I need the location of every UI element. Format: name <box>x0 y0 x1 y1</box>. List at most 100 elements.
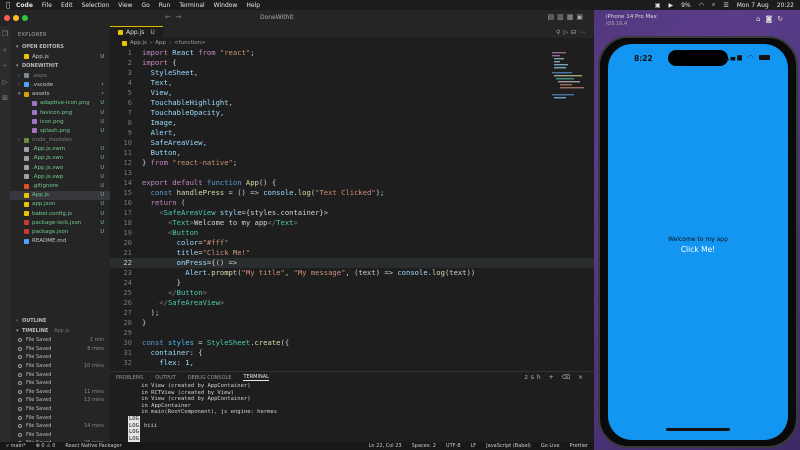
code-line[interactable]: 24 } <box>110 278 594 288</box>
explorer-icon[interactable]: ❐ <box>0 30 10 42</box>
search-icon[interactable]: ⌕ <box>712 1 715 9</box>
wifi-icon[interactable]: ◠ <box>699 2 704 9</box>
minimap[interactable] <box>552 50 584 110</box>
file-tree-item[interactable]: package-lock.json U <box>10 218 110 227</box>
zoom-window-button[interactable] <box>22 15 28 21</box>
timeline-item[interactable]: File Saved <box>10 405 110 414</box>
screen-record-icon[interactable]: ▣ <box>655 2 661 9</box>
timeline-item[interactable]: File Saved 14 mins <box>10 422 110 431</box>
file-tree-item[interactable]: .App.js.swm U <box>10 145 110 154</box>
breadcrumb-file[interactable]: App.js <box>130 40 147 46</box>
file-tree-item[interactable]: icon.png U <box>10 117 110 126</box>
app-screen[interactable]: 8:22 ▂▄▆ ◠ Welcome to my app Click Me! <box>608 44 788 440</box>
code-line[interactable]: 25 </Button> <box>110 288 594 298</box>
code-line[interactable]: 26 </SafeAreaView> <box>110 298 594 308</box>
timeline-item[interactable]: File Saved <box>10 413 110 422</box>
menu-terminal[interactable]: Terminal <box>179 2 204 9</box>
code-line[interactable]: 21 title="Click Me!" <box>110 248 594 258</box>
terminal-output[interactable]: in View (created by AppContainer) in RCT… <box>110 383 594 443</box>
code-line[interactable]: 23 Alert.prompt("My title", "My message"… <box>110 268 594 278</box>
breadcrumb-function[interactable]: <function> <box>174 40 206 46</box>
file-tree-item[interactable]: App.js U <box>10 190 110 200</box>
editor-actions-icons[interactable]: ⚲▷⊟⋯ <box>556 29 594 36</box>
code-line[interactable]: 5 View, <box>110 88 594 98</box>
timeline-item[interactable]: File Saved 8 mins <box>10 345 110 354</box>
timeline-section[interactable]: ▾ TIMELINE App.js <box>10 326 110 336</box>
code-line[interactable]: 10 SafeAreaView, <box>110 138 594 148</box>
terminal-shell[interactable]: zsh <box>525 374 544 381</box>
tab-debug-console[interactable]: DEBUG CONSOLE <box>188 375 232 381</box>
close-icon[interactable]: × <box>578 374 586 381</box>
timeline-item[interactable]: File Saved <box>10 370 110 379</box>
menu-selection[interactable]: Selection <box>82 2 110 9</box>
layout-toggle-icons[interactable]: ▤▥▦▣ <box>548 13 586 21</box>
menu-go[interactable]: Go <box>141 2 149 9</box>
menu-edit[interactable]: Edit <box>61 2 73 9</box>
file-tree-item[interactable]: › node_modules <box>10 136 110 145</box>
file-tree-item[interactable]: .App.js.swo U <box>10 163 110 172</box>
menu-window[interactable]: Window <box>214 2 238 9</box>
control-center-icon[interactable]: ☰ <box>723 2 728 9</box>
file-tree-item[interactable]: app.json U <box>10 200 110 209</box>
menu-file[interactable]: File <box>42 2 52 9</box>
breadcrumb-symbol[interactable]: App <box>155 40 166 46</box>
cursor-position[interactable]: Ln 22, Col 23 <box>369 443 402 449</box>
screenshot-icon[interactable]: ◙ <box>765 15 777 23</box>
apple-icon[interactable]:  <box>6 1 16 9</box>
code-line[interactable]: 15 const handlePress = () => console.log… <box>110 188 594 198</box>
menu-app-name[interactable]: Code <box>16 2 33 9</box>
packager-status[interactable]: React Native Packager <box>65 443 121 449</box>
close-window-button[interactable] <box>4 15 10 21</box>
trash-icon[interactable]: ⌫ <box>562 374 573 381</box>
code-line[interactable]: 28} <box>110 318 594 328</box>
menu-run[interactable]: Run <box>159 2 171 9</box>
add-terminal-icon[interactable]: + <box>549 374 557 381</box>
run-debug-icon[interactable]: ▷ <box>0 78 10 90</box>
code-line[interactable]: 11 Button, <box>110 148 594 158</box>
play-icon[interactable]: ▶ <box>669 2 674 9</box>
nav-arrows-icon[interactable]: ← → <box>165 13 181 21</box>
timeline-item[interactable]: File Saved 11 mins <box>10 388 110 397</box>
code-editor[interactable]: 1 import React from "react"; 2 import {3 St… <box>110 48 594 368</box>
code-line[interactable]: 12} from "react-native"; <box>110 158 594 168</box>
line-ending[interactable]: LF <box>471 443 477 449</box>
file-tree-item[interactable]: › .vscode • <box>10 80 110 89</box>
extensions-icon[interactable]: ⊞ <box>0 94 10 106</box>
code-line[interactable]: 6 TouchableHighlight, <box>110 98 594 108</box>
code-line[interactable]: 7 TouchableOpacity, <box>110 108 594 118</box>
file-tree-item[interactable]: .gitignore U <box>10 181 110 190</box>
code-line[interactable]: 29 <box>110 328 594 338</box>
tab-app-js[interactable]: App.js U <box>110 26 163 38</box>
file-tree-item[interactable]: adaptive-icon.png U <box>10 99 110 108</box>
window-title[interactable]: DoneWithIt <box>260 14 294 21</box>
code-line[interactable]: 30 const styles = StyleSheet.create({ <box>110 338 594 348</box>
code-line[interactable]: 16 return ( <box>110 198 594 208</box>
timeline-item[interactable]: File Saved <box>10 431 110 440</box>
open-editor-item[interactable]: App.js U <box>10 52 110 61</box>
timeline-item[interactable]: File Saved 13 mins <box>10 396 110 405</box>
code-line[interactable]: 13 <box>110 168 594 178</box>
file-tree-item[interactable]: README.md <box>10 237 110 246</box>
click-me-button[interactable]: Click Me! <box>668 245 728 254</box>
timeline-item[interactable]: File Saved <box>10 353 110 362</box>
file-tree-item[interactable]: favicon.png U <box>10 108 110 117</box>
project-section[interactable]: ▾ DONEWITHIT <box>10 61 110 71</box>
home-indicator[interactable] <box>666 428 730 431</box>
tab-output[interactable]: OUTPUT <box>155 375 175 381</box>
code-line[interactable]: 8 Image, <box>110 118 594 128</box>
prettier-status[interactable]: Prettier <box>570 443 588 449</box>
code-line[interactable]: 2 import { <box>110 58 594 68</box>
code-line[interactable]: 31 container: { <box>110 348 594 358</box>
tab-terminal[interactable]: TERMINAL <box>243 374 269 381</box>
menubar-time[interactable]: 20:22 <box>777 2 794 9</box>
code-line[interactable]: 19 <Button <box>110 228 594 238</box>
file-tree-item[interactable]: .App.js.swn U <box>10 154 110 163</box>
code-line[interactable]: 32 flex: 1, <box>110 358 594 368</box>
file-tree-item[interactable]: babel.config.js U <box>10 209 110 218</box>
code-line[interactable]: 20 color="#fff" <box>110 238 594 248</box>
code-line[interactable]: 22 onPress={() => <box>110 258 594 268</box>
battery-percent[interactable]: 9% <box>681 2 691 9</box>
file-tree-item[interactable]: .App.js.swp U <box>10 172 110 181</box>
code-line[interactable]: 3 StyleSheet, <box>110 68 594 78</box>
code-line[interactable]: 4 Text, <box>110 78 594 88</box>
